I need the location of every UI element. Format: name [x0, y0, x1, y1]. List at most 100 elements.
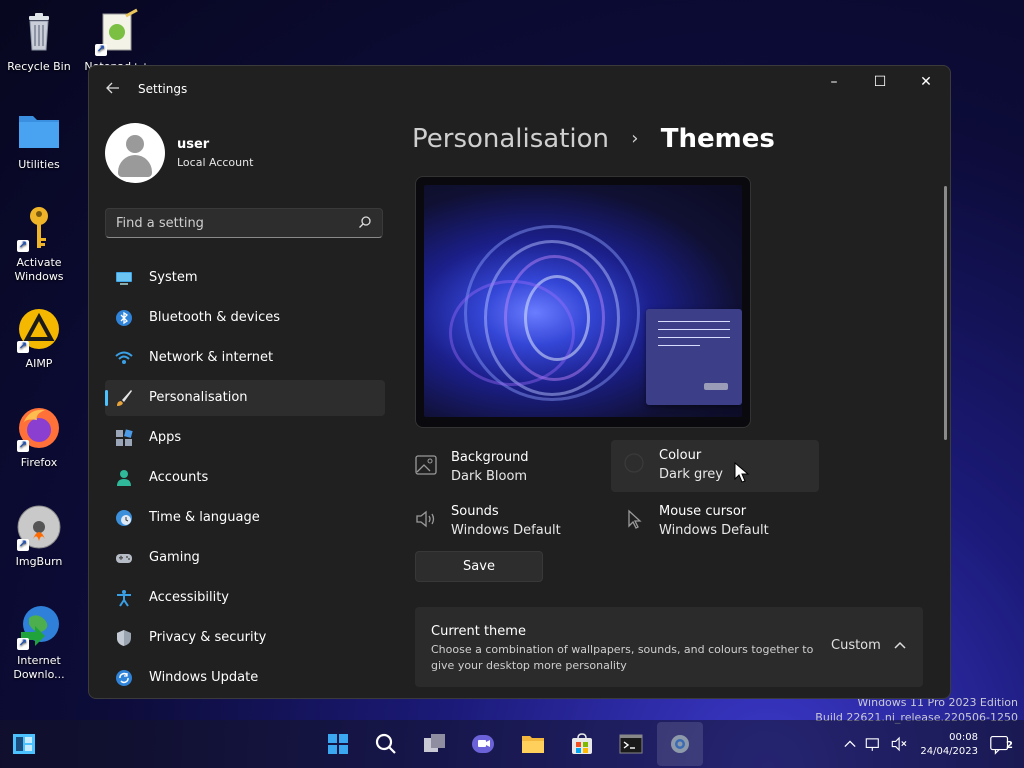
shortcut-arrow-icon: ↗ [17, 341, 29, 353]
sidebar-item-label: Personalisation [149, 390, 248, 405]
sidebar-item-system[interactable]: System [105, 260, 385, 296]
breadcrumb-parent[interactable]: Personalisation [412, 124, 609, 154]
background-title: Background [451, 450, 529, 465]
brush-icon [117, 390, 132, 406]
update-icon [116, 670, 132, 686]
current-theme-description: Choose a combination of wallpapers, soun… [431, 643, 814, 672]
chevron-up-icon[interactable] [838, 730, 862, 758]
wallpaper-preview-image [424, 185, 742, 417]
sounds-title: Sounds [451, 504, 499, 519]
sounds-setting[interactable]: Sounds Windows Default [415, 496, 623, 548]
key-icon: ↗ [15, 204, 63, 252]
speaker-icon [416, 510, 435, 528]
sounds-value: Windows Default [451, 523, 561, 538]
back-arrow-icon [106, 82, 119, 94]
network-icon[interactable] [862, 730, 886, 758]
desktop-icon-activate-windows[interactable]: ↗ Activate Windows [4, 204, 74, 284]
microsoft-store-icon[interactable] [568, 730, 596, 758]
current-theme-card[interactable]: Current theme Choose a combination of wa… [415, 607, 923, 687]
background-setting[interactable]: Background Dark Bloom [415, 442, 623, 494]
avatar [105, 123, 165, 183]
file-explorer-icon[interactable] [519, 730, 547, 758]
apps-icon [116, 429, 133, 446]
maximize-button[interactable]: ☐ [857, 66, 903, 98]
sidebar-item-time-language[interactable]: Time & language [105, 500, 385, 536]
page-title: Themes [660, 124, 775, 154]
folder-icon [15, 106, 63, 154]
accessibility-icon [117, 590, 131, 607]
taskbar: 00:08 24/04/2023 2 [0, 720, 1024, 768]
mouse-cursor-title: Mouse cursor [659, 504, 747, 519]
sidebar-item-privacy-security[interactable]: Privacy & security [105, 620, 385, 656]
close-button[interactable]: ✕ [903, 66, 949, 98]
desktop-icon-label: Utilities [18, 158, 60, 171]
desktop-icon-label: Activate Windows [14, 256, 64, 283]
sidebar-item-label: Privacy & security [149, 630, 267, 645]
sidebar-item-network-internet[interactable]: Network & internet [105, 340, 385, 376]
sidebar-item-label: Apps [149, 430, 182, 445]
back-button[interactable] [101, 78, 125, 102]
search-icon[interactable] [372, 730, 400, 758]
person-icon [117, 470, 131, 486]
mouse-cursor-value: Windows Default [659, 523, 769, 538]
desktop-icon-label: Internet Downlo... [13, 654, 65, 681]
sidebar-item-gaming[interactable]: Gaming [105, 540, 385, 576]
scrollbar[interactable] [944, 186, 947, 440]
clock[interactable]: 00:08 24/04/2023 [918, 731, 978, 759]
sidebar-item-apps[interactable]: Apps [105, 420, 385, 456]
colour-setting[interactable]: Colour Dark grey [611, 440, 819, 492]
speaker-muted-icon[interactable] [888, 730, 912, 758]
tray-date: 24/04/2023 [920, 746, 978, 757]
sidebar-item-label: Bluetooth & devices [149, 310, 280, 325]
sidebar-item-label: Accounts [149, 470, 209, 485]
desktop-icon-label: Firefox [20, 456, 58, 469]
minimize-icon: – [830, 74, 838, 90]
desktop-icon-firefox[interactable]: ↗ Firefox [4, 404, 74, 470]
background-value: Dark Bloom [451, 469, 528, 484]
current-theme-title: Current theme [431, 624, 526, 639]
mouse-pointer-icon [734, 462, 750, 483]
search-icon [359, 216, 371, 228]
desktop-icon-label: Recycle Bin [7, 60, 71, 73]
sidebar-item-accounts[interactable]: Accounts [105, 460, 385, 496]
desktop-icon-utilities[interactable]: Utilities [4, 106, 74, 172]
close-icon: ✕ [920, 74, 932, 90]
palette-icon [624, 453, 644, 473]
app-title: Settings [138, 82, 188, 96]
preview-window-mockup [646, 309, 742, 405]
desktop-icon-internet-download-manager[interactable]: ↗ Internet Downlo... [4, 602, 74, 682]
shortcut-arrow-icon: ↗ [95, 44, 107, 56]
sidebar-item-bluetooth-devices[interactable]: Bluetooth & devices [105, 300, 385, 336]
desktop-icon-label: ImgBurn [15, 555, 63, 568]
desktop-icon-label: AIMP [25, 357, 53, 370]
start-icon[interactable] [324, 730, 352, 758]
disc-icon: ↗ [15, 503, 63, 551]
cursor-icon [628, 509, 642, 529]
sidebar-item-windows-update[interactable]: Windows Update [105, 660, 385, 696]
title-bar[interactable]: Settings – ☐ ✕ [89, 66, 950, 114]
shortcut-arrow-icon: ↗ [17, 638, 29, 650]
desktop-icon-recycle-bin[interactable]: Recycle Bin [4, 8, 74, 74]
wifi-icon [115, 351, 133, 364]
task-view-icon[interactable] [421, 730, 449, 758]
teams-chat-icon[interactable] [469, 730, 497, 758]
theme-preview [415, 176, 751, 428]
shield-icon [117, 630, 131, 646]
desktop-icon-aimp[interactable]: ↗ AIMP [4, 305, 74, 371]
search-input[interactable]: Find a setting [105, 208, 383, 238]
mouse-cursor-setting[interactable]: Mouse cursor Windows Default [623, 496, 831, 548]
sidebar-nav: System Bluetooth & devices Network & int… [105, 260, 385, 698]
save-button[interactable]: Save [415, 551, 543, 582]
desktop-icon-imgburn[interactable]: ↗ ImgBurn [4, 503, 74, 569]
terminal-icon[interactable] [617, 730, 645, 758]
aimp-icon: ↗ [15, 305, 63, 353]
settings-gear-icon[interactable] [666, 730, 694, 758]
sidebar-item-label: System [149, 270, 198, 285]
widgets-icon[interactable] [10, 730, 38, 758]
sidebar-item-personalisation[interactable]: Personalisation [105, 380, 385, 416]
sidebar-item-accessibility[interactable]: Accessibility [105, 580, 385, 616]
minimize-button[interactable]: – [811, 66, 857, 98]
chevron-up-icon[interactable] [893, 638, 907, 652]
shortcut-arrow-icon: ↗ [17, 240, 29, 252]
sidebar-item-label: Network & internet [149, 350, 274, 365]
